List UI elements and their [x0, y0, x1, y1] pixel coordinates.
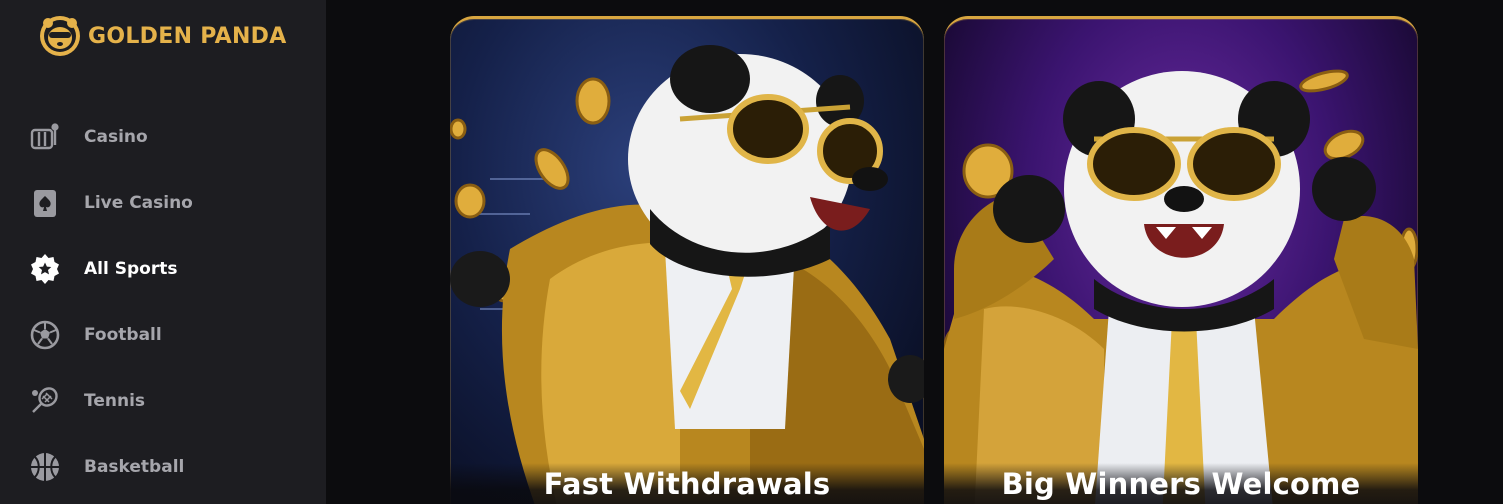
panda-logo-icon	[40, 16, 80, 56]
sidebar-item-casino[interactable]: Casino	[0, 104, 326, 170]
sidebar: GOLDEN PANDA Casino Live Casino All Spor…	[0, 0, 326, 504]
sidebar-item-all-sports[interactable]: All Sports	[0, 236, 326, 302]
tennis-racket-icon	[28, 384, 62, 418]
sidebar-item-label: Live Casino	[84, 193, 193, 213]
sidebar-item-live-casino[interactable]: Live Casino	[0, 170, 326, 236]
promo-title: Fast Withdrawals	[543, 467, 831, 501]
slot-machine-icon	[28, 120, 62, 154]
brand-name: GOLDEN PANDA	[88, 23, 287, 49]
sidebar-item-basketball[interactable]: Basketball	[0, 434, 326, 500]
sidebar-nav: Casino Live Casino All Sports Football T…	[0, 104, 326, 500]
panda-promo-image	[944, 69, 1418, 504]
sidebar-item-tennis[interactable]: Tennis	[0, 368, 326, 434]
promo-card-big-winners[interactable]: Big Winners Welcome	[944, 16, 1418, 504]
basketball-icon	[28, 450, 62, 484]
football-icon	[28, 318, 62, 352]
sidebar-item-label: Tennis	[84, 391, 146, 411]
sidebar-item-label: All Sports	[84, 259, 178, 279]
sidebar-item-label: Basketball	[84, 457, 185, 477]
panda-promo-image	[450, 45, 924, 504]
spade-card-icon	[28, 186, 62, 220]
promo-title: Big Winners Welcome	[1001, 467, 1361, 501]
sidebar-item-label: Casino	[84, 127, 148, 147]
sidebar-item-football[interactable]: Football	[0, 302, 326, 368]
main-content: Fast Withdrawals Big Winners Welcome	[326, 0, 1503, 504]
sidebar-item-label: Football	[84, 325, 162, 345]
star-badge-icon	[28, 252, 62, 286]
promo-card-fast-withdrawals[interactable]: Fast Withdrawals	[450, 16, 924, 504]
brand-logo[interactable]: GOLDEN PANDA	[38, 14, 287, 58]
